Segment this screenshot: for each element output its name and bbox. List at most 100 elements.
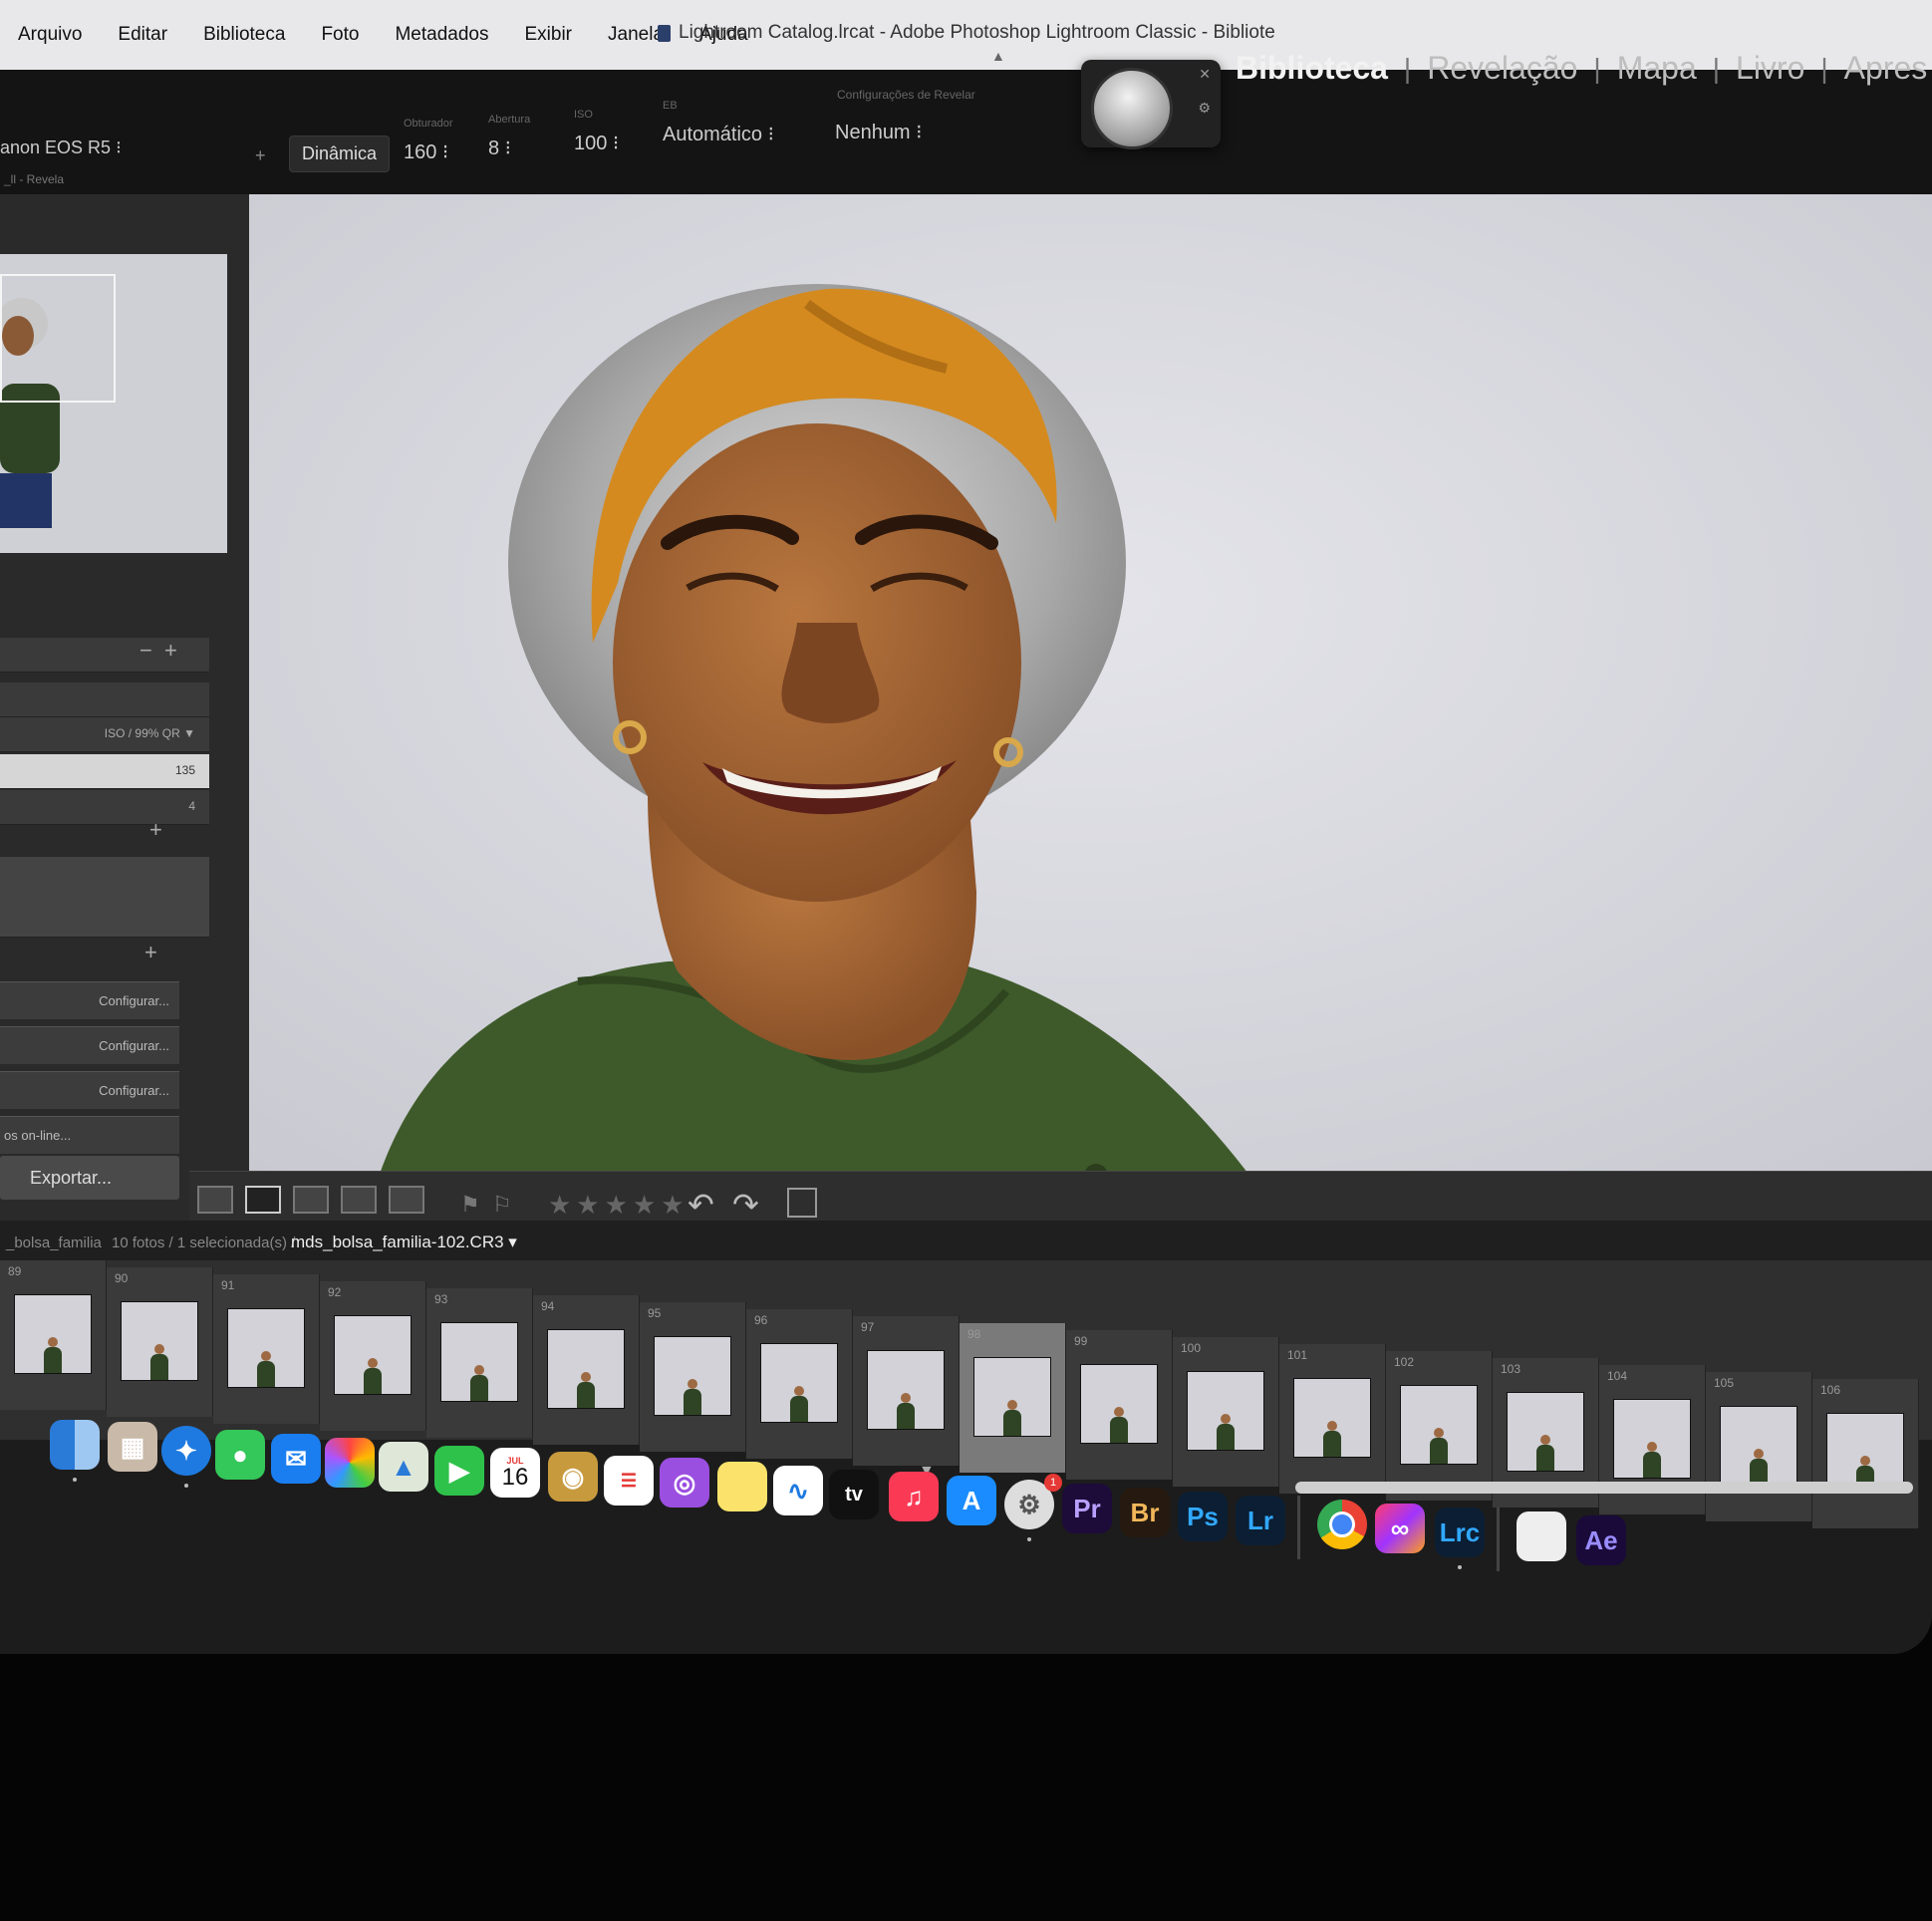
close-icon[interactable]: ✕	[1199, 66, 1211, 83]
finder-icon[interactable]	[50, 1420, 100, 1470]
messages-icon[interactable]: ●	[215, 1430, 265, 1480]
add-icon[interactable]: +	[255, 145, 266, 166]
lightroom-classic-icon[interactable]: Lrc	[1435, 1508, 1485, 1557]
thumbnail-number: 106	[1820, 1383, 1841, 1397]
thumbnail-number: 92	[328, 1285, 342, 1299]
apple-tv-label: tv	[845, 1483, 863, 1506]
iso-control[interactable]: ISO 100 ⁝	[574, 109, 619, 155]
chrome-center	[1329, 1511, 1355, 1537]
compare-view-icon[interactable]	[293, 1186, 329, 1214]
develop-preset-control[interactable]: Nenhum ⁝	[835, 120, 923, 144]
module-separator: |	[1593, 52, 1601, 84]
rotate-right-icon[interactable]: ↷	[732, 1186, 759, 1224]
apple-tv-icon[interactable]: tv	[829, 1470, 879, 1519]
add-icon[interactable]: +	[149, 817, 162, 843]
flag-pick-icon[interactable]: ⚑	[460, 1192, 480, 1218]
flag-reject-icon[interactable]: ⚐	[492, 1192, 512, 1218]
online-services-button[interactable]: os on-line...	[0, 1116, 179, 1154]
filmstrip-thumbnail[interactable]: 89	[0, 1260, 107, 1410]
module-livro[interactable]: Livro	[1736, 50, 1804, 87]
dock-divider	[1497, 1508, 1500, 1571]
module-apresentacao[interactable]: Apres	[1844, 50, 1928, 87]
minus-icon[interactable]: −	[139, 638, 152, 664]
module-mapa[interactable]: Mapa	[1617, 50, 1697, 87]
shutter-control[interactable]: Obturador 160 ⁝	[404, 118, 453, 164]
safari-icon[interactable]: ✦	[161, 1426, 211, 1476]
dynamic-button[interactable]: Dinâmica	[289, 136, 391, 172]
white-balance-control[interactable]: EB Automático ⁝	[663, 100, 774, 146]
disk-image-icon[interactable]	[1517, 1511, 1566, 1561]
menu-arquivo[interactable]: Arquivo	[18, 24, 82, 46]
thumbnail-image	[440, 1322, 518, 1402]
lightroom-icon[interactable]: Lr	[1236, 1496, 1285, 1545]
premiere-pro-icon[interactable]: Pr	[1062, 1484, 1112, 1533]
thumbnail-number: 93	[434, 1292, 448, 1306]
folder-name[interactable]: _bolsa_familia	[6, 1235, 102, 1251]
survey-view-icon[interactable]	[341, 1186, 377, 1214]
chrome-icon[interactable]	[1317, 1500, 1367, 1549]
launchpad-icon[interactable]: ▦	[108, 1422, 157, 1472]
thumbnail-number: 105	[1714, 1376, 1735, 1390]
menu-editar[interactable]: Editar	[118, 24, 167, 46]
panel-row	[0, 683, 209, 717]
rotate-left-icon[interactable]: ↶	[688, 1186, 714, 1224]
module-biblioteca[interactable]: Biblioteca	[1236, 50, 1388, 87]
thumbnail-figure	[470, 1365, 488, 1401]
configure-button-2[interactable]: Configurar...	[0, 1026, 179, 1064]
configure-button-1[interactable]: Configurar...	[0, 981, 179, 1019]
thumbnail-number: 95	[648, 1306, 662, 1320]
selection-count: 10 fotos / 1 selecionada(s) /	[112, 1235, 296, 1251]
crop-overlay-icon[interactable]	[787, 1188, 817, 1218]
maps-icon[interactable]: ▲	[379, 1442, 428, 1492]
thumbnail-number: 91	[221, 1278, 235, 1292]
notes-icon[interactable]	[717, 1462, 767, 1511]
contacts-icon[interactable]: ◉	[548, 1452, 598, 1502]
navigator-preview[interactable]	[0, 254, 227, 553]
configure-button-3[interactable]: Configurar...	[0, 1071, 179, 1109]
module-separator: |	[1403, 52, 1412, 84]
gear-icon[interactable]: ⚙	[1198, 100, 1211, 117]
loupe-view-icon[interactable]	[245, 1186, 281, 1214]
creative-cloud-icon[interactable]: ∞	[1375, 1504, 1425, 1553]
thumbnail-number: 97	[861, 1320, 875, 1334]
current-filename[interactable]: mds_bolsa_familia-102.CR3 ▾	[291, 1233, 517, 1252]
main-photo-preview[interactable]	[249, 194, 1932, 1211]
filmstrip-thumbnail[interactable]: 90	[107, 1267, 213, 1417]
star-rating[interactable]: ★★★★★	[548, 1190, 690, 1221]
bridge-label: Br	[1130, 1497, 1160, 1527]
music-icon[interactable]: ♫	[889, 1472, 939, 1521]
photoshop-icon[interactable]: Ps	[1178, 1492, 1228, 1541]
app-store-icon[interactable]: A	[947, 1476, 996, 1525]
bridge-icon[interactable]: Br	[1120, 1488, 1170, 1537]
menu-metadados[interactable]: Metadados	[395, 24, 488, 46]
navigator-zoom-frame[interactable]	[0, 274, 116, 403]
mail-icon[interactable]: ✉	[271, 1434, 321, 1484]
facetime-icon[interactable]: ▶	[434, 1446, 484, 1496]
menu-biblioteca[interactable]: Biblioteca	[203, 24, 285, 46]
export-button[interactable]: Exportar...	[0, 1156, 179, 1200]
collapse-caret-icon[interactable]: ▲	[991, 48, 1005, 64]
menu-janela[interactable]: Janela	[608, 24, 664, 46]
add-icon[interactable]: +	[144, 940, 157, 965]
thumbnail-figure	[364, 1358, 382, 1394]
after-effects-icon[interactable]: Ae	[1576, 1515, 1626, 1565]
photos-icon[interactable]	[325, 1438, 375, 1488]
podcasts-icon[interactable]: ◎	[660, 1458, 709, 1508]
calendar-icon[interactable]: JUL 16	[490, 1448, 540, 1498]
menu-exibir[interactable]: Exibir	[525, 24, 573, 46]
module-revelacao[interactable]: Revelação	[1427, 50, 1577, 87]
panel-row-selected[interactable]: 135	[0, 754, 209, 789]
menu-foto[interactable]: Foto	[321, 24, 359, 46]
panel-row-filter[interactable]: ISO / 99% QR ▼	[0, 717, 209, 752]
freeform-icon[interactable]: ∿	[773, 1466, 823, 1515]
module-separator: |	[1712, 52, 1721, 84]
grid-view-icon[interactable]	[197, 1186, 233, 1214]
add-icon[interactable]: +	[164, 638, 177, 664]
people-view-icon[interactable]	[389, 1186, 424, 1214]
module-picker: Biblioteca | Revelação | Mapa | Livro | …	[1236, 50, 1927, 87]
camera-model[interactable]: anon EOS R5 ⁝	[0, 137, 122, 158]
aperture-control[interactable]: Abertura 8 ⁝	[488, 114, 530, 160]
panel-row[interactable]: 4	[0, 790, 209, 825]
reminders-icon[interactable]: ☰	[604, 1456, 654, 1506]
capture-shutter-button[interactable]	[1091, 68, 1173, 149]
